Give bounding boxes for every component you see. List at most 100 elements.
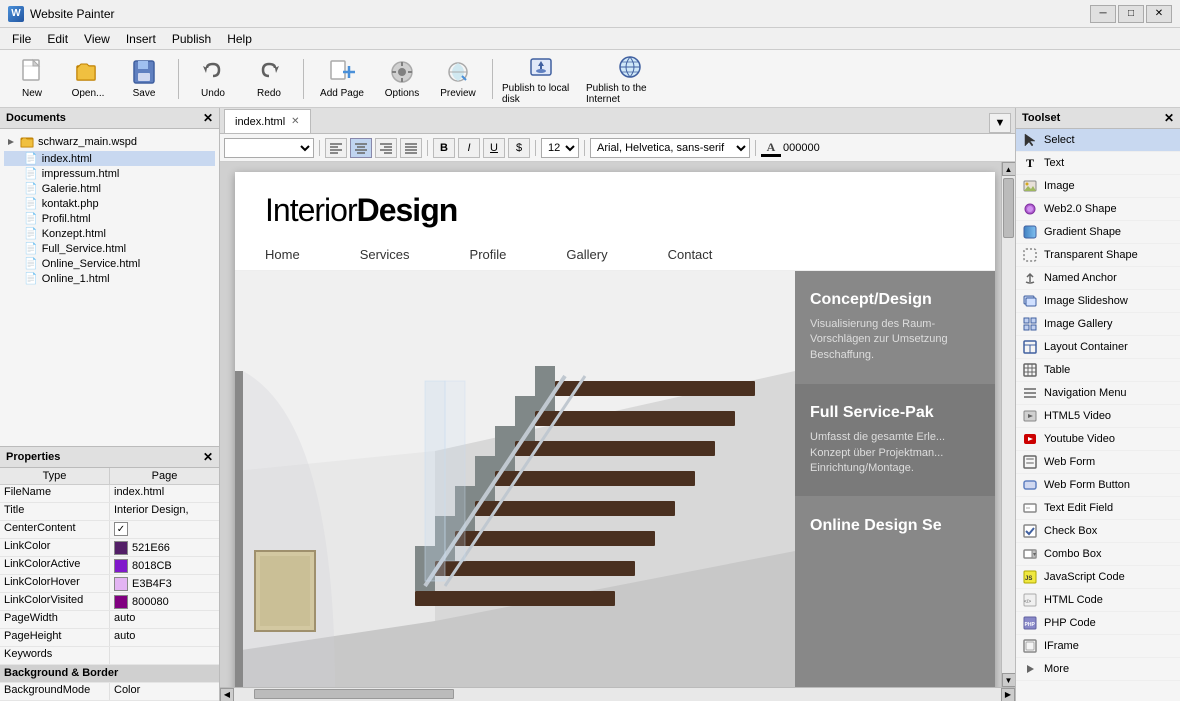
align-right-button[interactable] — [375, 138, 397, 158]
doc-file-onlineservice[interactable]: 📄 Online_Service.html — [4, 256, 215, 271]
doc-file-konzept[interactable]: 📄 Konzept.html — [4, 226, 215, 241]
linkcolorvisited-swatch[interactable] — [114, 595, 128, 609]
tool-more[interactable]: More — [1016, 658, 1180, 681]
tool-htmlcode[interactable]: </> HTML Code — [1016, 589, 1180, 612]
tab-close-button[interactable]: ✕ — [291, 116, 299, 127]
doc-file-impressum[interactable]: 📄 impressum.html — [4, 166, 215, 181]
documents-close-button[interactable]: ✕ — [203, 111, 213, 125]
doc-root-item[interactable]: schwarz_main.wspd — [4, 133, 215, 151]
preview-button[interactable]: Preview — [432, 54, 484, 104]
scroll-down-button[interactable]: ▼ — [1002, 673, 1016, 687]
tool-javascriptcode[interactable]: JS JavaScript Code — [1016, 566, 1180, 589]
menu-file[interactable]: File — [4, 30, 39, 48]
tool-web2shape[interactable]: Web2.0 Shape — [1016, 198, 1180, 221]
publishlocal-button[interactable]: Publish to local disk — [501, 54, 581, 104]
redo-button[interactable]: Redo — [243, 54, 295, 104]
fontsize-select[interactable]: 12 — [541, 138, 579, 158]
doc-file-index[interactable]: 📄 index.html — [4, 151, 215, 166]
undo-button[interactable]: Undo — [187, 54, 239, 104]
linkcoloractive-swatch[interactable] — [114, 559, 128, 573]
tool-iframe[interactable]: IFrame — [1016, 635, 1180, 658]
tool-select[interactable]: Select — [1016, 129, 1180, 152]
options-button[interactable]: Options — [376, 54, 428, 104]
doc-file-kontakt[interactable]: 📄 kontakt.php — [4, 196, 215, 211]
bold-button[interactable]: B — [433, 138, 455, 158]
doc-file-label: Online_1.html — [42, 273, 110, 285]
tool-checkbox[interactable]: Check Box — [1016, 520, 1180, 543]
nav-contact[interactable]: Contact — [668, 247, 713, 262]
tab-scroll-down[interactable]: ▼ — [989, 113, 1011, 133]
hscroll-thumb[interactable] — [254, 689, 454, 699]
tool-javascriptcode-label: JavaScript Code — [1044, 571, 1125, 583]
tool-imagegallery[interactable]: Image Gallery — [1016, 313, 1180, 336]
tool-gradientshape[interactable]: Gradient Shape — [1016, 221, 1180, 244]
align-left-button[interactable] — [325, 138, 347, 158]
open-button[interactable]: Open... — [62, 54, 114, 104]
properties-close-button[interactable]: ✕ — [203, 450, 213, 464]
align-center-button[interactable] — [350, 138, 372, 158]
tool-navigationmenu[interactable]: Navigation Menu — [1016, 382, 1180, 405]
save-button[interactable]: Save — [118, 54, 170, 104]
tool-layoutcontainer[interactable]: Layout Container — [1016, 336, 1180, 359]
nav-gallery[interactable]: Gallery — [566, 247, 607, 262]
doc-file-online1[interactable]: 📄 Online_1.html — [4, 271, 215, 286]
toolset-close-button[interactable]: ✕ — [1164, 111, 1174, 125]
menu-insert[interactable]: Insert — [118, 30, 164, 48]
web2shape-icon — [1022, 201, 1038, 217]
minimize-button[interactable]: ─ — [1090, 5, 1116, 23]
tool-table[interactable]: Table — [1016, 359, 1180, 382]
menu-edit[interactable]: Edit — [39, 30, 76, 48]
tool-youtubevideo[interactable]: Youtube Video — [1016, 428, 1180, 451]
tool-webformbutton[interactable]: Web Form Button — [1016, 474, 1180, 497]
linkcolorhover-swatch[interactable] — [114, 577, 128, 591]
tool-namedanchor[interactable]: Named Anchor — [1016, 267, 1180, 290]
scroll-thumb[interactable] — [1003, 178, 1014, 238]
nav-home[interactable]: Home — [265, 247, 300, 262]
doc-file-fullservice[interactable]: 📄 Full_Service.html — [4, 241, 215, 256]
close-button[interactable]: ✕ — [1146, 5, 1172, 23]
nav-services[interactable]: Services — [360, 247, 410, 262]
color-a-button[interactable]: A — [761, 139, 781, 157]
doc-file-profil[interactable]: 📄 Profil.html — [4, 211, 215, 226]
fontfamily-select[interactable]: Arial, Helvetica, sans-serif — [590, 138, 750, 158]
underline-button[interactable]: U — [483, 138, 505, 158]
tool-html5video[interactable]: HTML5 Video — [1016, 405, 1180, 428]
navigationmenu-icon — [1022, 385, 1038, 401]
tool-image-label: Image — [1044, 180, 1075, 192]
style-select[interactable] — [224, 138, 314, 158]
align-justify-button[interactable] — [400, 138, 422, 158]
vertical-scrollbar[interactable]: ▲ ▼ — [1001, 162, 1015, 687]
publishnet-button[interactable]: Publish to the Internet — [585, 54, 675, 104]
menu-publish[interactable]: Publish — [164, 30, 219, 48]
canvas-area[interactable]: ▲ ▼ InteriorDesign Home Services Profi — [220, 162, 1015, 687]
scroll-left-button[interactable]: ◀ — [220, 688, 234, 701]
tool-text[interactable]: Text — [1016, 152, 1180, 175]
tool-phpcode[interactable]: PHP PHP Code — [1016, 612, 1180, 635]
window-controls[interactable]: ─ □ ✕ — [1090, 5, 1172, 23]
tool-image[interactable]: Image — [1016, 175, 1180, 198]
new-button[interactable]: New — [6, 54, 58, 104]
tool-imageslideshow[interactable]: Image Slideshow — [1016, 290, 1180, 313]
tool-texteditfield[interactable]: Text Edit Field — [1016, 497, 1180, 520]
options-label: Options — [385, 88, 419, 99]
center-area: index.html ✕ ▼ — [220, 108, 1015, 701]
tab-index-html[interactable]: index.html ✕ — [224, 109, 311, 133]
color-indicator[interactable]: A 000000 — [761, 139, 820, 157]
tool-transparentshape[interactable]: Transparent Shape — [1016, 244, 1180, 267]
linkcolor-swatch[interactable] — [114, 541, 128, 555]
tool-combobox[interactable]: Combo Box — [1016, 543, 1180, 566]
expand-icon — [6, 137, 16, 147]
centercontent-checkbox[interactable]: ✓ — [114, 522, 128, 536]
italic-button[interactable]: I — [458, 138, 480, 158]
scroll-right-button[interactable]: ▶ — [1001, 688, 1015, 701]
addpage-button[interactable]: Add Page — [312, 54, 372, 104]
menu-view[interactable]: View — [76, 30, 118, 48]
maximize-button[interactable]: □ — [1118, 5, 1144, 23]
doc-file-galerie[interactable]: 📄 Galerie.html — [4, 181, 215, 196]
color-underline — [761, 154, 781, 157]
menu-help[interactable]: Help — [219, 30, 260, 48]
nav-profile[interactable]: Profile — [470, 247, 507, 262]
dollar-button[interactable]: $ — [508, 138, 530, 158]
tool-webform[interactable]: Web Form — [1016, 451, 1180, 474]
scroll-up-button[interactable]: ▲ — [1002, 162, 1016, 176]
